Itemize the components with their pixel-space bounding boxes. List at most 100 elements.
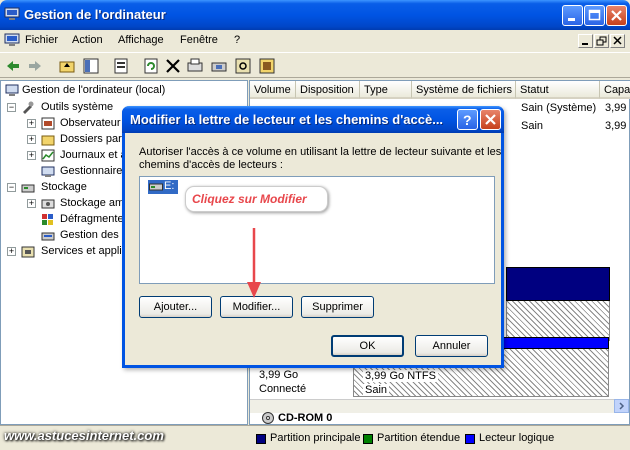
mdi-restore-button[interactable]	[594, 34, 609, 48]
search-disk-icon[interactable]	[234, 57, 252, 75]
chevron-right-icon	[619, 402, 625, 410]
menu-action[interactable]: Action	[72, 34, 103, 46]
tree-expand-toggle[interactable]: +	[27, 119, 36, 128]
maximize-button[interactable]	[584, 5, 605, 26]
menu-affichage[interactable]: Affichage	[118, 34, 164, 46]
column-header-capacite[interactable]: Capa	[600, 81, 630, 99]
cancel-button[interactable]: Annuler	[415, 335, 488, 357]
minimize-button[interactable]	[562, 5, 583, 26]
refresh-icon[interactable]	[142, 57, 160, 75]
help-icon: ?	[463, 112, 472, 128]
show-hide-tree-icon[interactable]	[82, 57, 100, 75]
storage-icon	[21, 184, 35, 193]
tree-root[interactable]: Gestion de l'ordinateur (local)	[22, 84, 165, 96]
legend-logical: Lecteur logique	[479, 432, 555, 444]
add-button[interactable]: Ajouter...	[139, 296, 212, 318]
defragmenter-icon	[42, 214, 53, 225]
tree-collapse-toggle[interactable]: −	[7, 103, 16, 112]
legend-swatch-extended	[363, 434, 373, 444]
back-arrow-icon[interactable]	[4, 57, 22, 75]
dialog-title: Modifier la lettre de lecteur et les che…	[130, 112, 444, 127]
disk-bar	[506, 267, 610, 301]
toolbar	[0, 52, 630, 78]
disk-size: 3,99 Go	[259, 369, 299, 381]
column-header-statut[interactable]: Statut	[516, 81, 600, 99]
maximize-icon	[588, 9, 601, 21]
delete-icon[interactable]	[164, 57, 182, 75]
shared-folder-icon	[41, 135, 55, 146]
tree-item-journaux[interactable]: Journaux et a	[60, 149, 127, 161]
minimize-icon	[568, 18, 575, 21]
tree-collapse-toggle[interactable]: −	[7, 183, 16, 192]
drive-letter: E:	[164, 180, 175, 192]
tree-item-stockage[interactable]: Stockage	[41, 181, 87, 193]
computer-management-icon	[4, 7, 20, 20]
watermark: www.astucesinternet.com	[4, 428, 164, 443]
event-viewer-icon	[41, 117, 55, 130]
column-header-type[interactable]: Type	[360, 81, 412, 99]
tree-item-outils-systeme[interactable]: Outils système	[41, 101, 113, 113]
tree-item-gestionnaire[interactable]: Gestionnaire	[60, 165, 122, 177]
menu-fenetre[interactable]: Fenêtre	[180, 34, 218, 46]
column-header-filesystem[interactable]: Système de fichiers	[412, 81, 516, 99]
removable-storage-icon	[41, 199, 55, 209]
tree-item-observateur[interactable]: Observateur	[60, 117, 121, 129]
volume-capacity: 3,99	[605, 102, 627, 114]
legend-primary: Partition principale	[270, 432, 361, 444]
dialog-titlebar[interactable]: Modifier la lettre de lecteur et les che…	[122, 106, 504, 133]
close-icon	[611, 10, 622, 21]
close-button[interactable]	[606, 5, 627, 26]
column-header-volume[interactable]: Volume	[250, 81, 296, 99]
settings-icon[interactable]	[258, 57, 276, 75]
mdi-minimize-button[interactable]	[578, 34, 593, 48]
computer-icon	[5, 84, 19, 96]
column-header-disposition[interactable]: Disposition	[296, 81, 360, 99]
disk-properties-icon[interactable]	[210, 57, 228, 75]
menu-fichier[interactable]: Fichier	[25, 34, 58, 46]
tree-item-gestion-disques[interactable]: Gestion des d	[60, 229, 128, 241]
tree-item-services[interactable]: Services et applic	[41, 245, 127, 257]
instruction-callout: Cliquez sur Modifier	[185, 186, 328, 212]
computer-management-icon[interactable]	[4, 33, 20, 48]
restore-icon	[596, 36, 607, 46]
change-drive-letter-dialog: Modifier la lettre de lecteur et les che…	[122, 106, 504, 368]
volume-status: Sain (Système)	[521, 102, 597, 114]
minimize-icon	[582, 43, 588, 45]
cdrom-icon	[262, 412, 274, 424]
tools-icon	[23, 101, 34, 114]
mdi-close-button[interactable]	[610, 34, 625, 48]
tree-expand-toggle[interactable]: +	[27, 199, 36, 208]
tree-expand-toggle[interactable]: +	[27, 135, 36, 144]
dialog-help-button[interactable]: ?	[457, 109, 478, 130]
dialog-description-line1: Autoriser l'accès à ce volume en utilisa…	[139, 146, 502, 158]
menu-bar: Fichier Action Affichage Fenêtre ?	[0, 30, 630, 52]
forward-arrow-icon[interactable]	[26, 57, 44, 75]
tree-expand-toggle[interactable]: +	[7, 247, 16, 256]
tree-item-defragmenteur[interactable]: Défragmente	[60, 213, 124, 225]
up-folder-icon[interactable]	[58, 57, 76, 75]
dialog-description-line2: chemins d'accès de lecteurs :	[139, 159, 283, 171]
disk-management-icon	[41, 232, 55, 241]
tree-item-stockage-amovible[interactable]: Stockage amo	[60, 197, 130, 209]
window-titlebar[interactable]: Gestion de l'ordinateur	[0, 0, 630, 30]
delete-button[interactable]: Supprimer	[301, 296, 374, 318]
tree-item-dossiers-partages[interactable]: Dossiers part	[60, 133, 125, 145]
ok-button[interactable]: OK	[331, 335, 404, 357]
disk-partition-hatched	[506, 301, 610, 341]
dialog-close-button[interactable]	[480, 109, 501, 130]
disk-state: Connecté	[259, 383, 307, 395]
partition-size: 3,99 Go NTFS	[363, 370, 438, 382]
horizontal-scrollbar[interactable]	[250, 399, 629, 413]
check-disk-icon[interactable]	[186, 57, 204, 75]
properties-icon[interactable]	[112, 57, 130, 75]
performance-logs-icon	[41, 149, 55, 162]
list-item-selected[interactable]: E:	[148, 180, 178, 194]
menu-help[interactable]: ?	[234, 34, 240, 46]
tree-expand-toggle[interactable]: +	[27, 151, 36, 160]
cdrom-label: CD-ROM 0	[278, 412, 333, 424]
close-icon	[613, 36, 622, 45]
scroll-right-button[interactable]	[614, 399, 629, 413]
legend-swatch-logical	[465, 434, 475, 444]
volume-capacity: 3,99	[605, 120, 627, 132]
legend-extended: Partition étendue	[377, 432, 461, 444]
